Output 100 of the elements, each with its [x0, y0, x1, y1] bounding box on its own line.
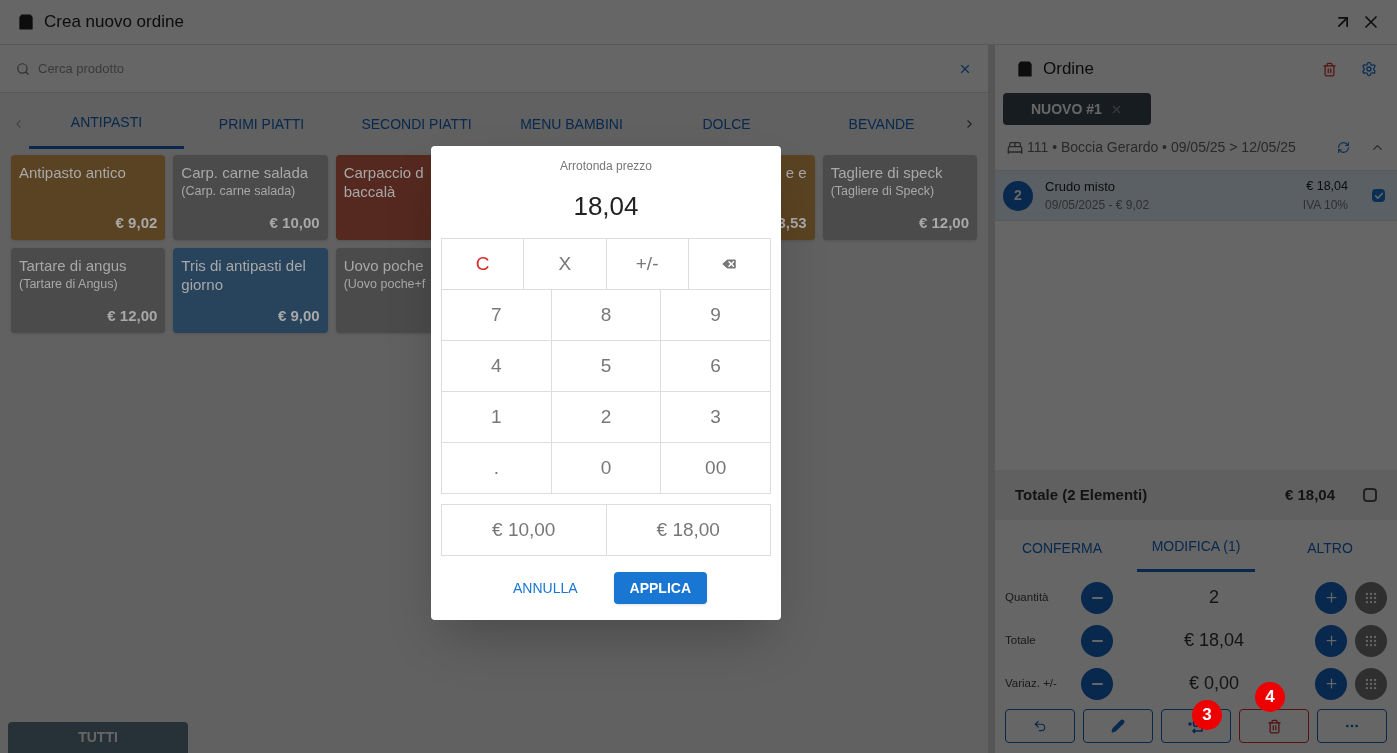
chip-label: NUOVO #1 — [1031, 99, 1102, 119]
product-subtitle: (Tagliere di Speck) — [830, 183, 935, 200]
product-price: € 9,02 — [115, 214, 158, 232]
product-name: Uovo poche — [343, 256, 424, 275]
product-name: Carp. carne salada — [181, 163, 309, 182]
category-tab[interactable]: DOLCE — [649, 99, 804, 149]
all-button[interactable]: TUTTI — [8, 722, 188, 753]
pencil-icon — [1111, 719, 1125, 733]
number-key[interactable]: 1 — [442, 392, 552, 443]
total-value: € 18,04 — [1284, 484, 1335, 505]
order-chip[interactable]: NUOVO #1 — [1003, 93, 1151, 125]
row-label: Quantità — [1005, 589, 1050, 605]
plus-icon — [1323, 633, 1339, 648]
total-label: Totale (2 Elementi) — [1015, 484, 1149, 505]
order-tab[interactable]: MODIFICA (1) — [1137, 524, 1255, 572]
number-key[interactable]: 7 — [442, 290, 552, 341]
bed-icon — [1007, 139, 1023, 156]
product-name: e e — [785, 163, 807, 182]
number-key[interactable]: 0 — [551, 443, 662, 494]
row-value: € 18,04 — [1183, 629, 1245, 652]
category-tab[interactable]: ANTIPASTI — [29, 99, 184, 149]
number-key[interactable]: 2 — [551, 392, 662, 443]
product-tile[interactable]: Carp. carne salada (Carp. carne salada) € 10,00 — [173, 155, 328, 240]
product-tile[interactable]: Tartare di angus (Tartare di Angus) € 12,00 — [11, 248, 166, 333]
guest-info: 111 • Boccia Gerardo • 09/05/25 > 12/05/25 — [1027, 138, 1296, 157]
minus-icon — [1091, 682, 1103, 685]
cancel-button[interactable]: ANNULLA — [504, 572, 586, 604]
category-tab[interactable]: SECONDI PIATTI — [339, 99, 494, 149]
plus-icon — [1323, 676, 1339, 691]
quick-price-key[interactable]: € 10,00 — [442, 505, 607, 556]
order-tab[interactable]: CONFERMA — [1003, 524, 1121, 572]
item-name: Crudo misto — [1045, 177, 1117, 196]
minus-button[interactable] — [1081, 667, 1113, 700]
backspace-key[interactable] — [688, 239, 771, 290]
keypad-icon — [1364, 590, 1378, 605]
product-name: Carpaccio d — [343, 163, 424, 182]
settings-icon[interactable] — [1361, 61, 1377, 77]
product-price: € 12,00 — [918, 214, 969, 232]
number-key[interactable]: 4 — [442, 341, 552, 392]
function-key[interactable]: C — [442, 239, 525, 290]
trash-icon — [1266, 718, 1282, 734]
window-title: Crea nuovo ordine — [44, 11, 184, 34]
row-label: Totale — [1005, 632, 1037, 648]
minus-icon — [1091, 639, 1103, 642]
undo-icon — [1033, 719, 1047, 733]
row-value: € 0,00 — [1188, 672, 1239, 695]
product-tile[interactable]: Tagliere di speck (Tagliere di Speck) € 12,00 — [822, 155, 977, 240]
bag-icon — [1015, 59, 1035, 79]
keypad-button[interactable] — [1355, 667, 1387, 700]
number-key[interactable]: . — [442, 443, 552, 494]
product-name: Antipasto antico — [19, 163, 126, 182]
keypad-icon — [1364, 676, 1378, 691]
category-tab[interactable]: MENU BAMBINI — [494, 99, 649, 149]
minus-button[interactable] — [1081, 581, 1113, 614]
keypad-button[interactable] — [1355, 581, 1387, 614]
category-tab[interactable]: PRIMI PIATTI — [184, 99, 339, 149]
number-key[interactable]: 00 — [661, 443, 771, 494]
quantity-badge: 2 — [1003, 180, 1033, 211]
bag-icon — [16, 12, 36, 32]
price-display: 18,04 — [573, 190, 639, 223]
function-key[interactable]: +/- — [606, 239, 689, 290]
keypad-icon — [1364, 633, 1378, 648]
plus-button[interactable] — [1315, 624, 1347, 657]
category-tab[interactable]: BEVANDE — [804, 99, 959, 149]
plus-button[interactable] — [1315, 581, 1347, 614]
item-checkbox[interactable] — [1372, 189, 1385, 202]
total-checkbox[interactable] — [1363, 488, 1377, 502]
minus-button[interactable] — [1081, 624, 1113, 657]
more-button[interactable] — [1317, 709, 1387, 743]
row-value: 2 — [1209, 586, 1219, 609]
number-key[interactable]: 9 — [661, 290, 771, 341]
product-price: € 9,00 — [277, 307, 320, 325]
row-label: Variaz. +/- — [1005, 675, 1058, 691]
undo-button[interactable] — [1005, 709, 1075, 743]
function-key[interactable]: X — [524, 239, 607, 290]
product-subtitle: (Carp. carne salada) — [181, 183, 296, 200]
edit-button[interactable] — [1083, 709, 1153, 743]
product-name: Tris di antipasti del giorno — [181, 256, 307, 294]
keypad-button[interactable] — [1355, 624, 1387, 657]
product-price: € 12,00 — [107, 307, 158, 325]
number-key[interactable]: 5 — [551, 341, 662, 392]
number-key[interactable]: 6 — [661, 341, 771, 392]
dialog-title: Arrotonda prezzo — [559, 158, 653, 175]
product-tile[interactable]: Antipasto antico € 9,02 — [11, 155, 166, 240]
product-subtitle: (Tartare di Angus) — [19, 276, 118, 293]
product-price: € 10,00 — [269, 214, 320, 232]
product-name: Tagliere di speck — [830, 163, 943, 182]
apply-button[interactable]: APPLICA — [613, 572, 707, 604]
minus-icon — [1091, 596, 1103, 599]
order-title: Ordine — [1043, 58, 1095, 81]
number-key[interactable]: 3 — [661, 392, 771, 443]
order-tab[interactable]: ALTRO — [1271, 524, 1389, 572]
number-key[interactable]: 8 — [551, 290, 662, 341]
product-tile[interactable]: Tris di antipasti del giorno € 9,00 — [173, 248, 328, 333]
trash-icon[interactable] — [1322, 61, 1337, 77]
plus-button[interactable] — [1315, 667, 1347, 700]
quick-price-key[interactable]: € 18,00 — [606, 505, 771, 556]
swap-icon[interactable] — [1337, 141, 1350, 154]
plus-icon — [1323, 590, 1339, 605]
item-price: € 18,04 — [1306, 178, 1348, 196]
